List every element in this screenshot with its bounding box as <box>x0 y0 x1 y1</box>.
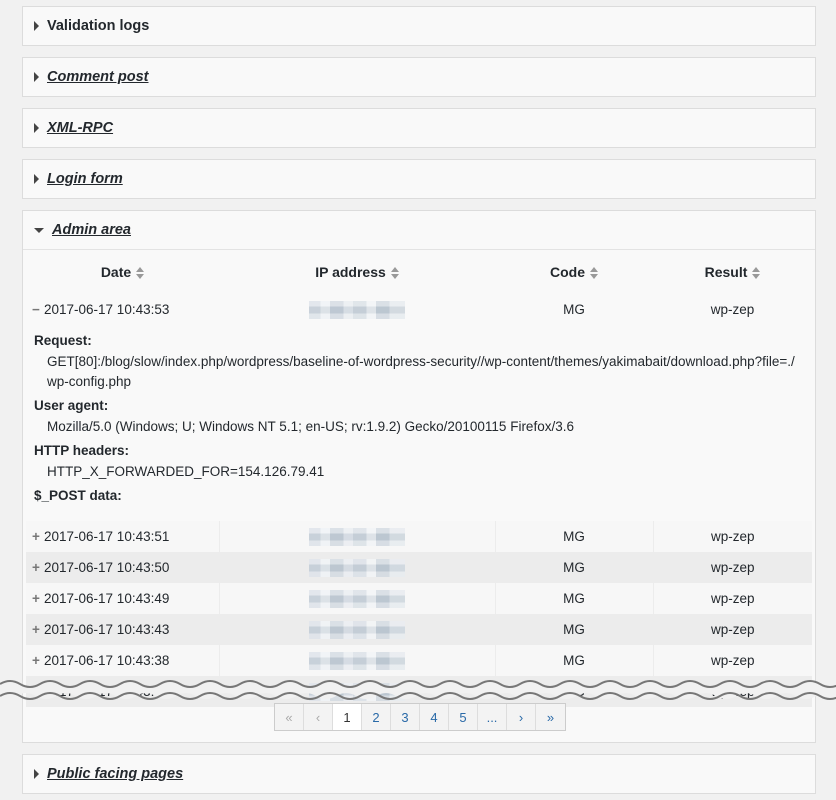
user-agent-value: Mozilla/5.0 (Windows; U; Windows NT 5.1;… <box>47 419 574 434</box>
panel-title: Validation logs <box>47 18 150 34</box>
table-row[interactable]: +2017-06-17 10:43:43 MG wp-zep <box>26 614 812 645</box>
row-detail: Request: GET[80]:/blog/slow/index.php/wo… <box>26 325 812 521</box>
table-row[interactable]: +2017-06-17 10:43:50 MG wp-zep <box>26 552 812 583</box>
cell-ip <box>219 294 495 325</box>
caret-right-icon <box>34 123 39 133</box>
cell-result: wp-zep <box>653 521 812 552</box>
blurred-ip-address <box>309 300 405 319</box>
expand-toggle-icon[interactable]: + <box>32 529 44 544</box>
table-row[interactable]: +2017-06-17 10:43:51 MG wp-zep <box>26 521 812 552</box>
caret-down-icon <box>34 227 44 233</box>
cell-ip <box>219 521 496 552</box>
caret-right-icon <box>34 21 39 31</box>
panel-xml-rpc: XML-RPC <box>22 108 816 148</box>
sort-icon <box>136 267 145 280</box>
panel-header-comment-post[interactable]: Comment post <box>23 58 815 96</box>
expand-toggle-icon[interactable]: + <box>32 653 44 668</box>
post-data-label: $_POST data: <box>34 488 122 503</box>
sort-icon <box>752 267 761 280</box>
blurred-ip-address <box>309 527 405 546</box>
panel-title-link[interactable]: Public facing pages <box>47 766 183 782</box>
expand-toggle-icon[interactable]: + <box>32 622 44 637</box>
cell-result: wp-zep <box>653 583 812 614</box>
page-button-1[interactable]: 1 <box>333 704 362 730</box>
detail-cell: Request: GET[80]:/blog/slow/index.php/wo… <box>26 325 812 521</box>
request-value: GET[80]:/blog/slow/index.php/wordpress/b… <box>47 354 795 389</box>
panel-header-admin-area[interactable]: Admin area <box>23 211 815 250</box>
cell-date: +2017-06-17 10:43:43 <box>26 614 220 645</box>
panel-header-validation-logs[interactable]: Validation logs <box>23 7 815 45</box>
sort-icon <box>590 267 598 280</box>
cell-date: +2017-06-17 10:43:50 <box>26 552 220 583</box>
page-button-2[interactable]: 2 <box>362 704 391 730</box>
cell-date: +2017-06-17 10:43:38 <box>26 645 220 676</box>
table-row[interactable]: +2017-06-17 10:43:38 MG wp-zep <box>26 645 812 676</box>
cell-date: +2017-06-17 10:43:51 <box>26 521 220 552</box>
blurred-ip-address <box>309 589 405 608</box>
blurred-ip-address <box>309 651 405 670</box>
cell-code: MG <box>495 583 654 614</box>
table-row-expanded[interactable]: −2017-06-17 10:43:53 MG wp-zep <box>26 294 812 325</box>
cell-code: MG <box>495 552 654 583</box>
ellipsis-button[interactable]: ... <box>478 704 507 730</box>
column-header-result[interactable]: Result <box>653 250 812 294</box>
panel-title-link[interactable]: Login form <box>47 171 123 187</box>
blurred-ip-address <box>309 558 405 577</box>
column-header-ip[interactable]: IP address <box>219 250 495 294</box>
prev-page-button[interactable]: ‹ <box>304 704 333 730</box>
request-label: Request: <box>34 333 92 348</box>
page-button-3[interactable]: 3 <box>391 704 420 730</box>
panel-comment-post: Comment post <box>22 57 816 97</box>
cell-date: −2017-06-17 10:43:53 <box>26 294 219 325</box>
http-headers-label: HTTP headers: <box>34 443 130 458</box>
table-header-row: Date IP address Code Result <box>26 250 812 294</box>
panel-public-facing-pages: Public facing pages <box>22 754 816 794</box>
column-header-date[interactable]: Date <box>26 250 219 294</box>
table-row[interactable]: +2017-06-17 10:43:49 MG wp-zep <box>26 583 812 614</box>
caret-right-icon <box>34 72 39 82</box>
caret-right-icon <box>34 174 39 184</box>
page-button-4[interactable]: 4 <box>420 704 449 730</box>
panel-admin-area: Admin area Date IP address Code Result −… <box>22 210 816 743</box>
cell-ip <box>219 583 496 614</box>
pagination: « ‹ 1 2 3 4 5 ... › » <box>274 703 566 731</box>
cell-code: MG <box>495 294 653 325</box>
panel-login-form: Login form <box>22 159 816 199</box>
panel-title-link[interactable]: Comment post <box>47 69 149 85</box>
panel-validation-logs: Validation logs <box>22 6 816 46</box>
blurred-ip-address <box>309 620 405 639</box>
expand-toggle-icon[interactable]: + <box>32 591 44 606</box>
cell-code: MG <box>495 645 654 676</box>
panel-header-xml-rpc[interactable]: XML-RPC <box>23 109 815 147</box>
log-table: Date IP address Code Result −2017-06-17 … <box>26 250 812 707</box>
cell-date: +2017-06-17 10:43:49 <box>26 583 220 614</box>
panel-title-link[interactable]: Admin area <box>52 222 131 238</box>
cell-code: MG <box>495 521 654 552</box>
last-page-button[interactable]: » <box>536 704 565 730</box>
cell-result: wp-zep <box>653 294 812 325</box>
collapse-toggle-icon[interactable]: − <box>32 302 44 317</box>
cell-ip <box>219 552 496 583</box>
page-button-5[interactable]: 5 <box>449 704 478 730</box>
panel-header-login-form[interactable]: Login form <box>23 160 815 198</box>
column-header-code[interactable]: Code <box>495 250 653 294</box>
user-agent-label: User agent: <box>34 398 109 413</box>
panel-title-link[interactable]: XML-RPC <box>47 120 113 136</box>
http-headers-value: HTTP_X_FORWARDED_FOR=154.126.79.41 <box>47 464 325 479</box>
next-page-button[interactable]: › <box>507 704 536 730</box>
first-page-button[interactable]: « <box>275 704 304 730</box>
expand-toggle-icon[interactable]: + <box>32 560 44 575</box>
cell-result: wp-zep <box>653 614 812 645</box>
cell-ip <box>219 614 496 645</box>
sort-icon <box>390 267 399 280</box>
torn-edge-divider <box>0 680 836 700</box>
cell-result: wp-zep <box>653 645 812 676</box>
cell-result: wp-zep <box>653 552 812 583</box>
caret-right-icon <box>34 769 39 779</box>
cell-code: MG <box>495 614 654 645</box>
cell-ip <box>219 645 496 676</box>
panel-header-public-facing[interactable]: Public facing pages <box>23 755 815 793</box>
